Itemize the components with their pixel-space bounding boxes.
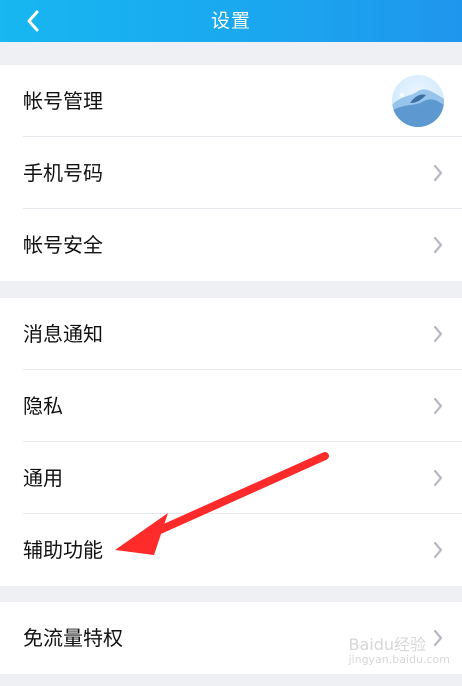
chevron-right-icon [433,397,443,415]
settings-row-notifications[interactable]: 消息通知 [0,298,462,370]
chevron-right-icon [433,325,443,343]
settings-group-general: 消息通知 隐私 通用 辅助功能 [0,298,462,586]
settings-row-phone-number[interactable]: 手机号码 [0,137,462,209]
settings-row-account-security[interactable]: 帐号安全 [0,209,462,281]
settings-row-account-management[interactable]: 帐号管理 [0,65,462,137]
top-nav-bar: 设置 [0,0,462,42]
row-label: 免流量特权 [23,626,123,650]
chevron-right-icon [433,164,443,182]
settings-row-accessibility[interactable]: 辅助功能 [0,514,462,586]
settings-row-privacy[interactable]: 隐私 [0,370,462,442]
row-label: 消息通知 [23,322,103,346]
row-label: 帐号管理 [23,89,103,113]
row-label: 辅助功能 [23,538,103,562]
row-label: 帐号安全 [23,233,103,257]
chevron-right-icon [433,541,443,559]
chevron-right-icon [433,236,443,254]
chevron-right-icon [433,469,443,487]
page-title: 设置 [210,10,251,32]
watermark-sub: jingyan.baidu.com [348,653,450,666]
settings-group-account: 帐号管理 手机号码 帐号安全 [0,65,462,281]
watermark: Baidu经验 jingyan.baidu.com [348,631,450,666]
watermark-brand: Baidu经验 [348,635,427,654]
row-label: 隐私 [23,394,63,418]
row-label: 通用 [23,466,63,490]
avatar [392,75,444,127]
row-label: 手机号码 [23,161,103,185]
settings-row-general[interactable]: 通用 [0,442,462,514]
